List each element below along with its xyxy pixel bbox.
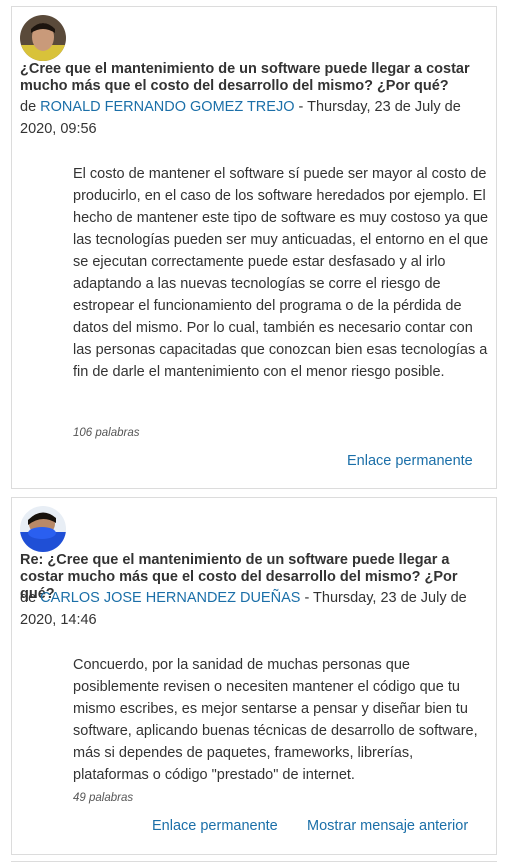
word-count: 106 palabras <box>73 427 140 439</box>
post-subject: ¿Cree que el mantenimiento de un softwar… <box>20 61 470 94</box>
post-byline: de RONALD FERNANDO GOMEZ TREJO - Thursda… <box>20 96 490 140</box>
byline-prefix: de <box>20 590 41 606</box>
permalink-link[interactable]: Enlace permanente <box>347 453 473 469</box>
post-byline: de CARLOS JOSE HERNANDEZ DUEÑAS - Thursd… <box>20 587 490 631</box>
forum-post: ¿Cree que el mantenimiento de un softwar… <box>11 6 497 489</box>
forum-post: Re: ¿Cree que el mantenimiento de un sof… <box>11 497 497 855</box>
author-link[interactable]: CARLOS JOSE HERNANDEZ DUEÑAS <box>40 590 300 606</box>
word-count: 49 palabras <box>73 792 134 804</box>
show-parent-link[interactable]: Mostrar mensaje anterior <box>307 818 468 834</box>
author-link[interactable]: RONALD FERNANDO GOMEZ TREJO <box>40 99 294 115</box>
post-body: El costo de mantener el software sí pued… <box>73 166 489 380</box>
permalink-link[interactable]: Enlace permanente <box>152 818 278 834</box>
avatar[interactable] <box>20 506 66 552</box>
post-body: Concuerdo, por la sanidad de muchas pers… <box>73 657 478 783</box>
avatar[interactable] <box>20 15 66 61</box>
byline-prefix: de <box>20 99 41 115</box>
